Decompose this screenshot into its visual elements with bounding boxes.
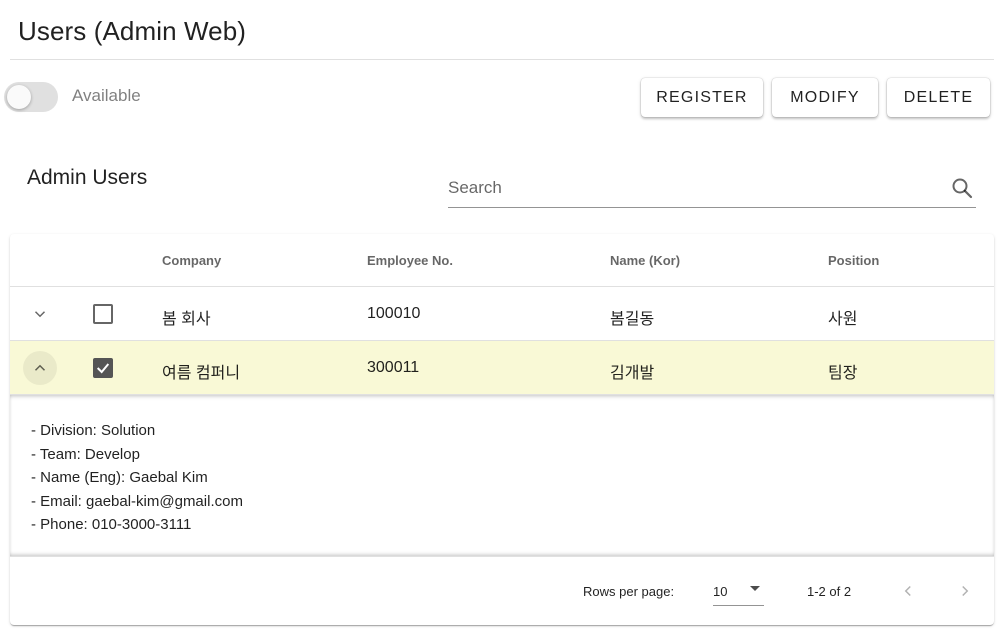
chevron-left-icon bbox=[904, 585, 911, 597]
table-row-selected[interactable]: 여름 컴퍼니 300011 김개발 팀장 bbox=[10, 341, 994, 395]
collapse-row-button[interactable] bbox=[23, 351, 57, 385]
detail-email: - Email: gaebal-kim@gmail.com bbox=[31, 492, 243, 510]
chevron-right-icon bbox=[962, 585, 969, 597]
expand-row-button[interactable] bbox=[23, 297, 57, 331]
section-title: Admin Users bbox=[27, 166, 148, 189]
column-header-position[interactable]: Position bbox=[828, 253, 879, 268]
register-button[interactable]: REGISTER bbox=[641, 78, 763, 117]
cell-employee-no: 300011 bbox=[367, 359, 420, 376]
cell-name-kor: 봄길동 bbox=[610, 311, 655, 328]
cell-name-kor: 김개발 bbox=[610, 365, 655, 382]
rows-per-page-label: Rows per page: bbox=[583, 584, 675, 599]
cell-employee-no: 100010 bbox=[367, 305, 421, 322]
cell-company: 여름 컴퍼니 bbox=[162, 365, 241, 382]
column-header-name-kor[interactable]: Name (Kor) bbox=[610, 253, 680, 268]
previous-page-button[interactable] bbox=[894, 577, 922, 605]
detail-team: - Team: Develop bbox=[31, 445, 140, 463]
page-title: Users (Admin Web) bbox=[18, 16, 247, 46]
detail-list: - Division: Solution - Team: Develop - N… bbox=[31, 419, 243, 537]
dropdown-arrow-icon bbox=[750, 586, 760, 591]
admin-users-table: Company Employee No. Name (Kor) Position… bbox=[10, 234, 994, 625]
toggle-knob bbox=[7, 85, 31, 109]
chevron-up-icon bbox=[34, 364, 46, 371]
checkmark-icon bbox=[96, 363, 110, 374]
column-header-employee-no[interactable]: Employee No. bbox=[367, 253, 453, 268]
table-pagination: Rows per page: 10 1-2 of 2 bbox=[10, 557, 994, 625]
rows-per-page-select[interactable]: 10 bbox=[713, 574, 764, 606]
modify-button[interactable]: MODIFY bbox=[772, 78, 878, 117]
detail-name-eng: - Name (Eng): Gaebal Kim bbox=[31, 469, 208, 486]
column-header-company[interactable]: Company bbox=[162, 253, 221, 268]
row-checkbox-checked[interactable] bbox=[93, 358, 113, 378]
delete-button[interactable]: DELETE bbox=[887, 78, 990, 117]
detail-phone: - Phone: 010-3000-3111 bbox=[31, 516, 192, 533]
expanded-row-details: - Division: Solution - Team: Develop - N… bbox=[10, 395, 994, 557]
search-icon[interactable] bbox=[950, 176, 974, 200]
pagination-range: 1-2 of 2 bbox=[807, 584, 852, 599]
table-row[interactable]: 봄 회사 100010 봄길동 사원 bbox=[10, 287, 994, 341]
cell-position: 사원 bbox=[828, 311, 858, 328]
chevron-down-icon bbox=[34, 311, 46, 318]
search-input[interactable] bbox=[448, 174, 938, 202]
detail-division: - Division: Solution bbox=[31, 422, 156, 439]
row-checkbox[interactable] bbox=[93, 304, 113, 324]
next-page-button[interactable] bbox=[951, 577, 979, 605]
available-toggle[interactable] bbox=[4, 80, 60, 114]
available-toggle-label: Available bbox=[72, 86, 141, 105]
cell-company: 봄 회사 bbox=[162, 311, 211, 328]
search-field bbox=[448, 170, 976, 208]
table-header: Company Employee No. Name (Kor) Position bbox=[10, 234, 994, 287]
rows-per-page-value: 10 bbox=[713, 584, 728, 599]
cell-position: 팀장 bbox=[828, 365, 858, 382]
title-divider bbox=[10, 59, 994, 60]
